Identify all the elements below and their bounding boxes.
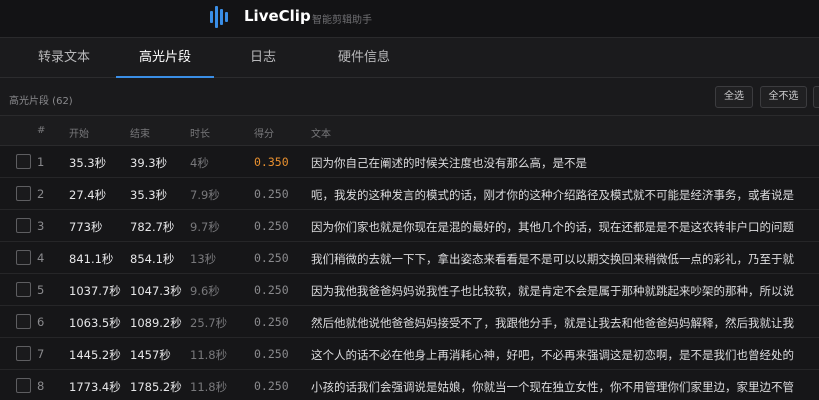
row-checkbox[interactable] [16,186,31,201]
row-index: 5 [37,283,45,297]
select-none-button[interactable]: 全不选 [760,86,807,108]
row-duration: 11.8秒 [190,348,228,362]
col-index: # [37,125,46,136]
table-row[interactable]: 4 841.1秒 854.1秒 13秒 0.250 我们稍微的去就一下下，拿出姿态来看看是… [0,242,819,274]
row-text: 因为我他我爸爸妈妈说我性子也比较软，就是肯定不会是属于那种就跳起来吵架的那种，所… [311,284,794,298]
app-name: LiveClip [244,7,311,25]
row-score: 0.250 [254,187,289,201]
col-start[interactable]: 开始 [69,125,89,140]
row-index: 7 [37,347,45,361]
row-score: 0.250 [254,283,289,297]
row-duration: 9.7秒 [190,220,220,234]
row-index: 3 [37,219,45,233]
row-end-time: 1457秒 [130,348,171,362]
row-end-time: 1089.2秒 [130,316,182,330]
tab-bar: 转录文本 高光片段 日志 硬件信息 [0,37,819,78]
row-start-time: 1773.4秒 [69,380,121,394]
row-duration: 9.6秒 [190,284,220,298]
row-end-time: 1047.3秒 [130,284,182,298]
table-row[interactable]: 1 35.3秒 39.3秒 4秒 0.350 因为你自己在阐述的时候关注度也没有那么高，是… [0,146,819,178]
row-text: 我们稍微的去就一下下，拿出姿态来看看是不是可以以期交换回来稍微低一点的彩礼，乃至… [311,252,794,266]
table-row[interactable]: 8 1773.4秒 1785.2秒 11.8秒 0.250 小孩的话我们会强调说是姑娘，你… [0,370,819,400]
row-duration: 11.8秒 [190,380,228,394]
tab-transcript[interactable]: 转录文本 [14,38,114,78]
row-checkbox[interactable] [16,250,31,265]
col-end[interactable]: 结束 [130,125,150,140]
row-start-time: 773秒 [69,220,103,234]
row-end-time: 39.3秒 [130,156,168,170]
row-end-time: 782.7秒 [130,220,175,234]
select-all-button[interactable]: 全选 [715,86,753,108]
row-score: 0.250 [254,251,289,265]
col-duration[interactable]: 时长 [190,125,210,140]
more-button[interactable] [813,86,819,108]
row-index: 8 [37,379,45,393]
row-checkbox[interactable] [16,218,31,233]
section-toolbar: 高光片段 (62) 全选 全不选 [0,78,819,116]
row-index: 2 [37,187,45,201]
row-end-time: 35.3秒 [130,188,168,202]
row-text: 因为你们家也就是你现在是混的最好的，其他几个的话，现在还都是是不是这农转非户口的… [311,220,794,234]
row-start-time: 1037.7秒 [69,284,121,298]
row-score: 0.250 [254,315,289,329]
row-checkbox[interactable] [16,314,31,329]
row-duration: 13秒 [190,252,217,266]
row-duration: 7.9秒 [190,188,220,202]
row-text: 因为你自己在阐述的时候关注度也没有那么高，是不是 [311,156,587,170]
row-start-time: 1445.2秒 [69,348,121,362]
row-duration: 25.7秒 [190,316,228,330]
row-end-time: 1785.2秒 [130,380,182,394]
row-text: 然后他就他说他爸爸妈妈接受不了，我跟他分手，就是让我去和他爸爸妈妈解释，然后我就… [311,316,794,330]
row-text: 这个人的话不必在他身上再消耗心神，好吧，不必再来强调这是初恋啊，是不是我们也曾经… [311,348,794,362]
row-text: 小孩的话我们会强调说是姑娘，你就当一个现在独立女性，你不用管理你们家里边，家里边… [311,380,794,394]
row-duration: 4秒 [190,156,209,170]
table-row[interactable]: 3 773秒 782.7秒 9.7秒 0.250 因为你们家也就是你现在是混的最好的，其他… [0,210,819,242]
tab-highlights[interactable]: 高光片段 [116,38,214,78]
row-score: 0.350 [254,155,289,169]
table-row[interactable]: 7 1445.2秒 1457秒 11.8秒 0.250 这个人的话不必在他身上再消耗心神，… [0,338,819,370]
app-header: LiveClip 智能剪辑助手 [0,0,819,37]
row-checkbox[interactable] [16,378,31,393]
row-checkbox[interactable] [16,346,31,361]
row-score: 0.250 [254,219,289,233]
row-index: 1 [37,155,45,169]
row-score: 0.250 [254,347,289,361]
col-text: 文本 [311,129,331,140]
table-row[interactable]: 5 1037.7秒 1047.3秒 9.6秒 0.250 因为我他我爸爸妈妈说我性子也比较… [0,274,819,306]
audio-bars-icon [209,5,231,29]
tab-logs[interactable]: 日志 [214,38,312,78]
section-title: 高光片段 (62) [9,96,73,107]
row-index: 6 [37,315,45,329]
row-start-time: 27.4秒 [69,188,107,202]
tab-hardware[interactable]: 硬件信息 [316,38,412,78]
row-checkbox[interactable] [16,282,31,297]
row-start-time: 1063.5秒 [69,316,121,330]
row-score: 0.250 [254,379,289,393]
row-end-time: 854.1秒 [130,252,175,266]
table-row[interactable]: 2 27.4秒 35.3秒 7.9秒 0.250 呃，我发的这种发言的模式的话，刚才你的这… [0,178,819,210]
table-row[interactable]: 6 1063.5秒 1089.2秒 25.7秒 0.250 然后他就他说他爸爸妈妈接受不了… [0,306,819,338]
row-text: 呃，我发的这种发言的模式的话，刚才你的这种介绍路径及模式就不可能是经济事务，或者… [311,188,794,202]
row-checkbox[interactable] [16,154,31,169]
row-start-time: 35.3秒 [69,156,107,170]
table-header: # 开始 结束 时长 得分 文本 [0,116,819,146]
row-index: 4 [37,251,45,265]
row-start-time: 841.1秒 [69,252,114,266]
app-slogan: 智能剪辑助手 [312,15,372,26]
col-score[interactable]: 得分 [254,125,274,140]
